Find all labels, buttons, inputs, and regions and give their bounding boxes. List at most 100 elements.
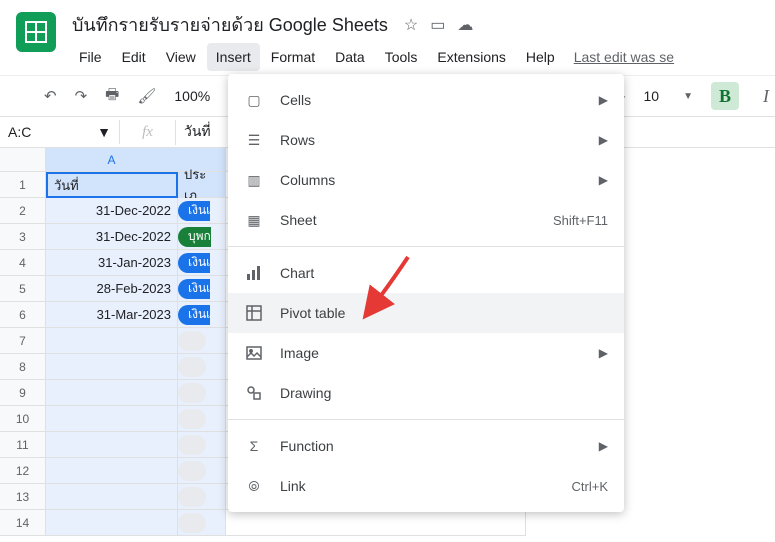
italic-button[interactable]: I xyxy=(757,86,775,107)
name-box-value: A:C xyxy=(8,124,31,140)
row-header[interactable]: 13 xyxy=(0,484,46,510)
cell[interactable] xyxy=(46,328,178,354)
menu-format[interactable]: Format xyxy=(262,43,324,71)
cell[interactable]: 31-Mar-2023 xyxy=(46,302,178,328)
formula-bar[interactable]: วันที่ xyxy=(176,117,219,147)
row-header[interactable]: 4 xyxy=(0,250,46,276)
cell[interactable]: บุพก xyxy=(178,224,226,250)
category-pill xyxy=(178,409,206,429)
cloud-status-icon[interactable]: ☁ xyxy=(457,15,473,35)
row-header[interactable]: 1 xyxy=(0,172,46,198)
cell[interactable] xyxy=(46,458,178,484)
chevron-right-icon: ▶ xyxy=(599,439,608,453)
row-header[interactable]: 2 xyxy=(0,198,46,224)
menu-divider xyxy=(228,246,624,247)
category-pill: เงินเ xyxy=(178,279,210,299)
cell[interactable] xyxy=(178,406,226,432)
row-header[interactable]: 6 xyxy=(0,302,46,328)
paint-format-icon[interactable]: 🖌 xyxy=(137,87,156,105)
font-size[interactable]: 10 xyxy=(644,88,660,104)
category-pill: บุพก xyxy=(178,227,211,247)
menu-item-columns[interactable]: ▥ Columns ▶ xyxy=(228,160,624,200)
menu-item-drawing[interactable]: Drawing xyxy=(228,373,624,413)
row-header[interactable]: 12 xyxy=(0,458,46,484)
zoom-level[interactable]: 100% xyxy=(174,88,210,104)
category-pill: เงินเ xyxy=(178,253,210,273)
menu-extensions[interactable]: Extensions xyxy=(428,43,514,71)
col-header-a[interactable]: A xyxy=(46,148,178,172)
redo-icon[interactable]: ↷ xyxy=(75,87,88,105)
menu-item-link[interactable]: ⦾ Link Ctrl+K xyxy=(228,466,624,506)
menu-item-chart[interactable]: Chart xyxy=(228,253,624,293)
row-header[interactable]: 9 xyxy=(0,380,46,406)
columns-icon: ▥ xyxy=(244,170,264,190)
cell[interactable]: เงินเ xyxy=(178,276,226,302)
menu-item-sheet[interactable]: ▦ Sheet Shift+F11 xyxy=(228,200,624,240)
cell[interactable] xyxy=(46,484,178,510)
cell[interactable]: 31-Dec-2022 xyxy=(46,198,178,224)
cell[interactable] xyxy=(178,510,226,536)
category-pill xyxy=(178,331,206,351)
menu-item-rows[interactable]: ☰ Rows ▶ xyxy=(228,120,624,160)
row-header[interactable]: 11 xyxy=(0,432,46,458)
cell[interactable]: 31-Dec-2022 xyxy=(46,224,178,250)
last-edit-link[interactable]: Last edit was se xyxy=(574,43,674,71)
cell[interactable] xyxy=(178,380,226,406)
row-header[interactable]: 14 xyxy=(0,510,46,536)
cell[interactable] xyxy=(46,354,178,380)
category-pill xyxy=(178,487,206,507)
function-icon: Σ xyxy=(244,436,264,456)
cell[interactable]: วันที่ xyxy=(46,172,178,198)
chevron-right-icon: ▶ xyxy=(599,173,608,187)
menu-data[interactable]: Data xyxy=(326,43,374,71)
cell[interactable] xyxy=(46,432,178,458)
menu-tools[interactable]: Tools xyxy=(376,43,427,71)
row-header[interactable]: 5 xyxy=(0,276,46,302)
cell[interactable] xyxy=(178,458,226,484)
cell[interactable] xyxy=(46,380,178,406)
sheets-logo[interactable] xyxy=(16,12,56,52)
menu-help[interactable]: Help xyxy=(517,43,564,71)
menu-edit[interactable]: Edit xyxy=(113,43,155,71)
row-header[interactable]: 7 xyxy=(0,328,46,354)
cell[interactable]: 31-Jan-2023 xyxy=(46,250,178,276)
move-icon[interactable]: ▭ xyxy=(430,15,445,35)
cell[interactable]: เงินเ xyxy=(178,198,226,224)
caret-down-icon[interactable]: ▼ xyxy=(683,91,693,102)
menu-item-cells[interactable]: ▢ Cells ▶ xyxy=(228,80,624,120)
cell[interactable] xyxy=(178,432,226,458)
menu-divider xyxy=(228,419,624,420)
cell[interactable]: เงินเ xyxy=(178,302,226,328)
menu-item-pivot-table[interactable]: Pivot table xyxy=(228,293,624,333)
row-header[interactable]: 10 xyxy=(0,406,46,432)
cell[interactable] xyxy=(46,510,178,536)
menu-insert[interactable]: Insert xyxy=(207,43,260,71)
menu-item-function[interactable]: Σ Function ▶ xyxy=(228,426,624,466)
cell[interactable]: ประเภ xyxy=(178,172,226,198)
select-all-corner[interactable] xyxy=(0,148,46,172)
menu-item-image[interactable]: Image ▶ xyxy=(228,333,624,373)
cell[interactable] xyxy=(178,354,226,380)
link-icon: ⦾ xyxy=(244,476,264,496)
row-header[interactable]: 3 xyxy=(0,224,46,250)
cell[interactable] xyxy=(46,406,178,432)
star-icon[interactable]: ☆ xyxy=(404,15,418,35)
chart-icon xyxy=(244,263,264,283)
menu-view[interactable]: View xyxy=(157,43,205,71)
undo-icon[interactable]: ↶ xyxy=(44,87,57,105)
cell[interactable]: 28-Feb-2023 xyxy=(46,276,178,302)
cell[interactable] xyxy=(178,328,226,354)
cell[interactable] xyxy=(178,484,226,510)
row-header[interactable]: 8 xyxy=(0,354,46,380)
cell[interactable] xyxy=(226,510,526,536)
print-icon[interactable]: 🖶 xyxy=(105,84,119,109)
bold-button[interactable]: B xyxy=(711,82,739,110)
cells-icon: ▢ xyxy=(244,90,264,110)
name-box[interactable]: A:C ▼ xyxy=(0,120,120,144)
menu-bar: File Edit View Insert Format Data Tools … xyxy=(68,41,775,71)
chevron-right-icon: ▶ xyxy=(599,133,608,147)
cell[interactable]: เงินเ xyxy=(178,250,226,276)
menu-file[interactable]: File xyxy=(70,43,111,71)
document-title[interactable]: บันทึกรายรับรายจ่ายด้วย Google Sheets xyxy=(72,10,388,39)
category-pill xyxy=(178,357,206,377)
